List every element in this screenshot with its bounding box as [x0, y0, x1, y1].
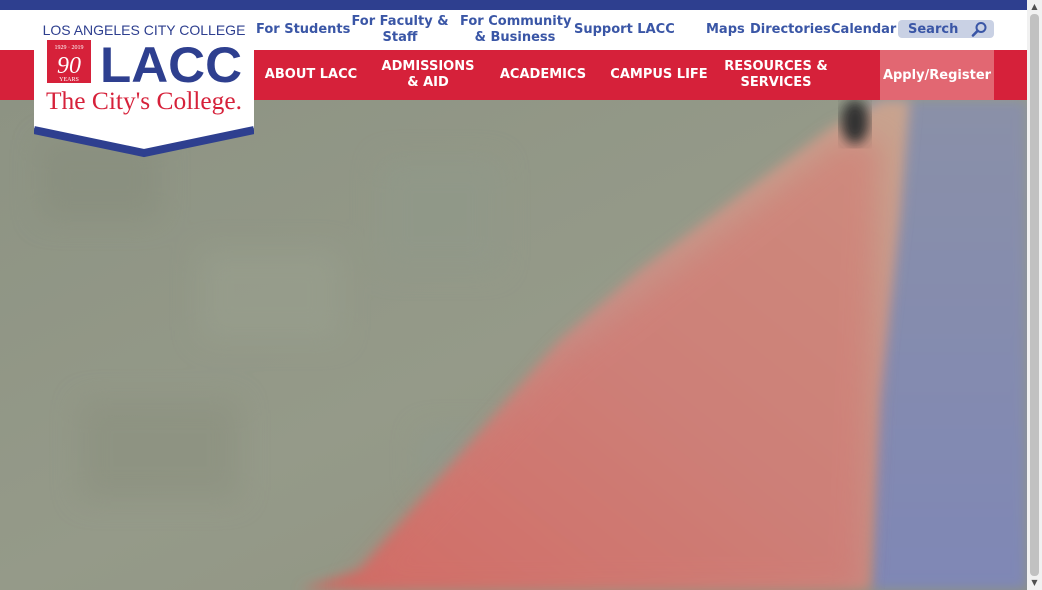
- utility-link-maps-label: Maps: [706, 22, 745, 37]
- search-icon[interactable]: [970, 21, 988, 37]
- utility-link-maps[interactable]: Maps: [706, 22, 745, 38]
- logo-institution-name: LOS ANGELES CITY COLLEGE: [43, 22, 246, 38]
- utility-link-faculty-line1: For Faculty &: [351, 14, 449, 29]
- utility-link-calendar-label: Calendar: [831, 22, 897, 37]
- nav-resources-line1: RESOURCES &: [724, 59, 828, 74]
- nav-about-label: ABOUT LACC: [264, 67, 358, 82]
- utility-link-faculty[interactable]: For Faculty & Staff: [350, 14, 450, 46]
- utility-link-directories-label: Directories: [750, 22, 831, 37]
- utility-link-support[interactable]: Support LACC: [574, 22, 675, 38]
- scrollbar-thumb[interactable]: [1030, 14, 1039, 576]
- nav-admissions-line1: ADMISSIONS: [381, 59, 475, 74]
- page: For Students For Faculty & Staff For Com…: [0, 0, 1027, 590]
- logo-anniversary-number: 90: [57, 53, 81, 79]
- utility-link-directories[interactable]: Directories: [750, 22, 831, 38]
- utility-link-faculty-line2: Staff: [382, 30, 418, 45]
- nav-campus-life[interactable]: CAMPUS LIFE: [604, 50, 714, 100]
- search-box: [898, 20, 994, 38]
- nav-about[interactable]: ABOUT LACC: [258, 50, 364, 100]
- utility-link-calendar[interactable]: Calendar: [831, 22, 896, 38]
- scroll-down-arrow-icon[interactable]: ▼: [1027, 576, 1042, 590]
- nav-admissions-line2: & AID: [407, 75, 449, 90]
- apply-register-button[interactable]: Apply/Register: [880, 50, 994, 100]
- hero-image: [0, 100, 1027, 590]
- hero-photo: [0, 100, 1027, 590]
- utility-link-community[interactable]: For Community & Business: [460, 14, 572, 46]
- logo-anniversary-word: YEARS: [59, 77, 79, 83]
- utility-link-community-line1: For Community: [460, 14, 572, 29]
- logo-tagline: The City's College.: [46, 88, 242, 115]
- search-input[interactable]: [902, 20, 974, 38]
- utility-link-students[interactable]: For Students: [256, 22, 350, 38]
- utility-link-support-label: Support LACC: [574, 22, 675, 37]
- nav-admissions[interactable]: ADMISSIONS & AID: [372, 50, 484, 100]
- nav-campus-life-label: CAMPUS LIFE: [610, 67, 708, 82]
- nav-academics-label: ACADEMICS: [499, 67, 587, 82]
- scroll-up-arrow-icon[interactable]: ▲: [1027, 0, 1042, 14]
- nav-academics[interactable]: ACADEMICS: [492, 50, 594, 100]
- nav-resources[interactable]: RESOURCES & SERVICES: [718, 50, 834, 100]
- logo-abbrev: LACC: [100, 37, 242, 93]
- apply-register-label: Apply/Register: [882, 67, 992, 83]
- lacc-logo[interactable]: LOS ANGELES CITY COLLEGE 1929 · 2019 90 …: [34, 10, 254, 160]
- nav-resources-line2: SERVICES: [740, 75, 812, 90]
- utility-link-students-label: For Students: [256, 22, 351, 37]
- logo-years-range: 1929 · 2019: [55, 45, 84, 51]
- utility-link-community-line2: & Business: [474, 30, 556, 45]
- top-accent-strip: [0, 0, 1027, 10]
- vertical-scrollbar[interactable]: ▲ ▼: [1027, 0, 1042, 590]
